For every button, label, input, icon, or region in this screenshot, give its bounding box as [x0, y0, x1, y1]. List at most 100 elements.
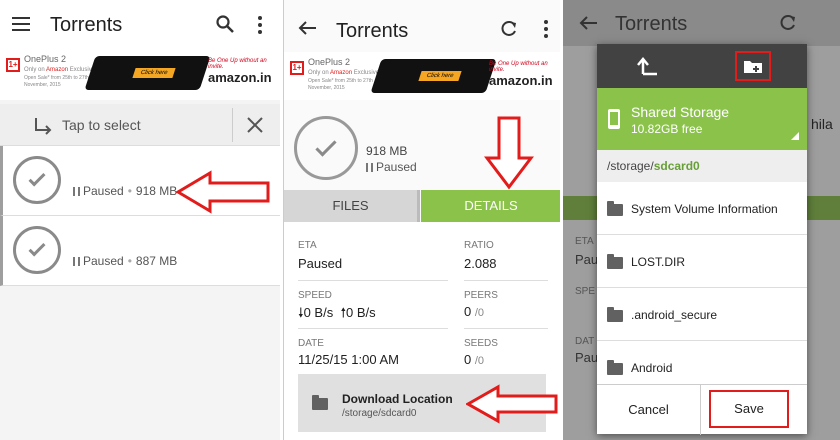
folder-icon — [607, 360, 623, 375]
oneplus-logo-icon: 1+ — [6, 58, 20, 72]
ad-line1b: Amazon — [330, 70, 353, 76]
more-options-icon[interactable] — [256, 15, 264, 35]
separator-dot: • — [127, 254, 132, 268]
folder-picker-screen: Torrents hila ETA Pau SPE DAT Pau Shared… — [563, 0, 840, 440]
folder-picker-dialog: Shared Storage 10.82GB free /storage/sdc… — [597, 44, 807, 435]
speed-value: 🠗0 B/s 🠕0 B/s — [298, 304, 376, 326]
ad-click-button[interactable]: Click here — [132, 68, 176, 78]
app-bar: Torrents — [0, 0, 280, 50]
search-icon[interactable] — [216, 15, 236, 35]
folder-item[interactable]: .android_secure — [597, 288, 807, 341]
pause-icon — [73, 187, 80, 197]
ad-banner[interactable]: 1+ OnePlus 2 Only on Amazon Exclusive Op… — [0, 50, 280, 100]
torrent-row[interactable]: Paused • 887 MB — [0, 216, 280, 286]
peers-value: 0 /0 — [464, 304, 484, 319]
app-bar: Torrents — [284, 0, 560, 50]
ad-brand: OnePlus 2 — [24, 54, 67, 64]
menu-icon[interactable] — [12, 16, 32, 32]
path-current: sdcard0 — [653, 159, 700, 173]
page-title: Torrents — [50, 14, 123, 36]
select-arrow-icon — [32, 116, 54, 136]
background-label: DAT — [575, 336, 595, 347]
folder-icon — [607, 254, 623, 269]
background-label: ETA — [575, 236, 594, 247]
dialog-actions: Cancel Save — [597, 384, 807, 435]
ad-brand: OnePlus 2 — [308, 57, 351, 67]
background-label: SPE — [575, 286, 596, 297]
tab-details-label: DETAILS — [464, 198, 518, 213]
folder-name: System Volume Information — [631, 202, 778, 216]
storage-selector[interactable]: Shared Storage 10.82GB free — [597, 88, 807, 150]
amazon-logo: amazon.in — [489, 73, 553, 88]
more-options-icon[interactable] — [542, 19, 550, 39]
seeds-total: /0 — [474, 355, 485, 367]
page-title: Torrents — [336, 20, 409, 42]
amazon-logo: amazon.in — [208, 70, 272, 85]
folder-icon — [607, 201, 623, 216]
parent-folder-icon[interactable] — [637, 56, 659, 76]
torrent-status-text: Paused — [376, 160, 417, 174]
back-arrow-icon — [579, 15, 599, 31]
cancel-button[interactable]: Cancel — [597, 385, 701, 435]
down-arrow-annotation — [484, 116, 534, 190]
torrent-status-text: Paused — [83, 184, 124, 198]
ad-click-button[interactable]: Click here — [418, 71, 462, 81]
folder-name: Android — [631, 361, 673, 375]
refresh-icon — [779, 14, 797, 32]
torrent-list-screen: Torrents 1+ OnePlus 2 Only on Amazon Exc… — [0, 0, 280, 440]
torrent-status: Paused — [366, 160, 417, 174]
dropdown-icon — [791, 132, 799, 140]
new-folder-icon[interactable] — [735, 51, 771, 81]
eta-label: ETA — [298, 240, 317, 251]
peers-label: PEERS — [464, 290, 498, 301]
download-location-path: /storage/sdcard0 — [342, 408, 417, 419]
torrent-size: 887 MB — [135, 254, 178, 268]
background-app-bar: Torrents — [563, 0, 840, 46]
divider — [464, 328, 548, 329]
torrent-status: Paused • 887 MB — [73, 254, 177, 268]
tab-files-label: FILES — [332, 198, 369, 213]
folder-item[interactable]: Android — [597, 341, 807, 381]
torrent-status-text: Paused — [83, 254, 124, 268]
select-bar[interactable]: Tap to select — [0, 104, 280, 146]
save-label: Save — [734, 401, 764, 416]
torrent-size: 918 MB — [135, 184, 178, 198]
peers-total: /0 — [474, 307, 485, 319]
phone-image: Click here — [84, 56, 211, 90]
folder-name: LOST.DIR — [631, 255, 686, 269]
seeds-count: 0 — [464, 352, 472, 367]
path-prefix: /storage/ — [607, 159, 654, 173]
pause-icon — [73, 257, 80, 267]
tab-files[interactable]: FILES — [284, 190, 420, 222]
storage-name: Shared Storage — [631, 104, 730, 120]
upload-speed: 0 B/s — [346, 305, 376, 320]
torrent-size: 918 MB — [366, 144, 408, 158]
folder-icon — [607, 307, 623, 322]
save-button[interactable]: Save — [709, 390, 789, 428]
date-label: DATE — [298, 338, 324, 349]
storage-free: 10.82GB free — [631, 122, 703, 136]
ad-banner[interactable]: 1+ OnePlus 2 Only on Amazon Exclusive Op… — [284, 52, 560, 100]
background-title: Torrents — [615, 13, 688, 35]
ratio-label: RATIO — [464, 240, 494, 251]
separator-dot: • — [127, 184, 132, 198]
ad-tagline: Be One Up without an invite. — [208, 58, 267, 70]
ad-line1a: Only on — [24, 67, 45, 73]
cancel-label: Cancel — [628, 402, 669, 417]
peers-count: 0 — [464, 304, 472, 319]
torrent-details-screen: Torrents 1+ OnePlus 2 Only on Amazon Exc… — [283, 0, 560, 440]
dialog-toolbar — [597, 44, 807, 88]
current-path: /storage/sdcard0 — [597, 150, 807, 182]
ad-line3: November, 2015 — [308, 85, 345, 91]
folder-name: .android_secure — [631, 308, 718, 322]
back-arrow-icon[interactable] — [298, 20, 318, 36]
close-icon[interactable] — [246, 116, 264, 134]
ad-line1a: Only on — [308, 70, 329, 76]
tab-details[interactable]: DETAILS — [421, 190, 560, 222]
phone-storage-icon — [607, 108, 621, 130]
folder-item[interactable]: System Volume Information — [597, 182, 807, 235]
ad-tagline: Be One Up without an invite. — [489, 61, 548, 73]
refresh-icon[interactable] — [500, 20, 518, 38]
folder-item[interactable]: LOST.DIR — [597, 235, 807, 288]
download-location-title: Download Location — [342, 392, 453, 406]
